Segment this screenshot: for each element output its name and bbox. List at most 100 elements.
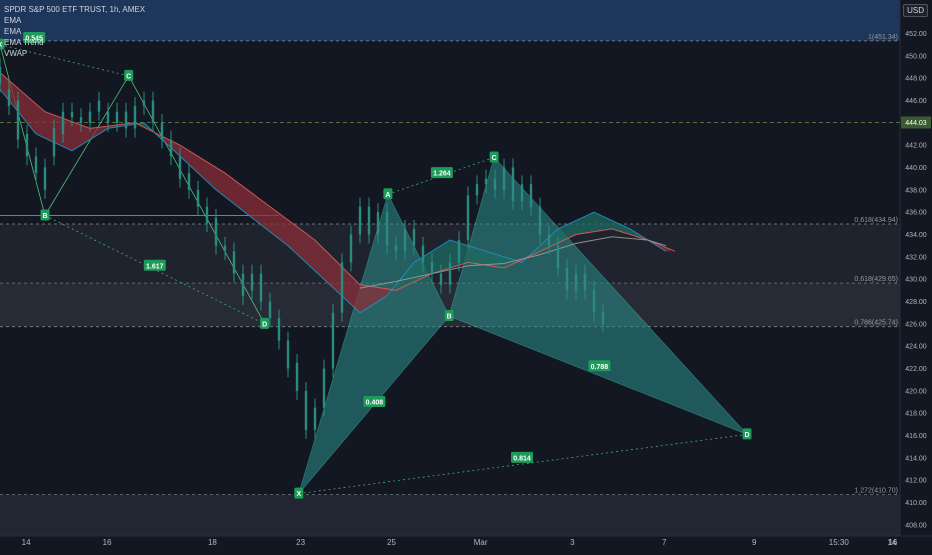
ema-ribbon-segment: [216, 167, 221, 194]
ratio-label: 0.788: [591, 364, 609, 371]
ema-ribbon-segment: [252, 193, 257, 222]
candle-body: [241, 273, 245, 296]
pattern-point-label: C: [126, 73, 131, 80]
candle-body: [214, 217, 218, 246]
x-tick-label: 15:30: [829, 538, 850, 547]
candle-body: [430, 262, 434, 274]
y-tick-label: 436.00: [905, 210, 927, 217]
candle-body: [349, 234, 353, 263]
y-tick-label: 418.00: [905, 411, 927, 418]
legend: SPDR S&P 500 ETF TRUST, 1h, AMEX EMA EMA…: [4, 4, 145, 59]
ema-ribbon-segment: [301, 230, 306, 263]
y-tick-label: 424.00: [905, 344, 927, 351]
candle-body: [484, 178, 488, 185]
ema-ribbon-segment: [562, 224, 567, 241]
ema-ribbon-segment: [486, 251, 491, 266]
ratio-label: 1.264: [433, 171, 451, 178]
y-tick-label: 442.00: [905, 143, 927, 150]
ema-ribbon-segment: [76, 123, 81, 148]
ema-ribbon-segment: [355, 280, 360, 313]
ema-ribbon-segment: [477, 248, 482, 265]
ema-ribbon-segment: [463, 244, 468, 264]
ema-ribbon-segment: [315, 240, 320, 275]
y-tick-label: 416.00: [905, 433, 927, 440]
ratio-label: 0.408: [366, 400, 384, 407]
y-tick-label: 408.00: [905, 522, 927, 529]
ema-ribbon-segment: [351, 275, 356, 309]
ema-ribbon-segment: [36, 103, 41, 137]
ema-ribbon-segment: [310, 236, 315, 271]
ema-ribbon-segment: [45, 111, 50, 141]
legend-vwap[interactable]: VWAP: [4, 48, 145, 59]
candle-body: [340, 262, 344, 313]
candle-body: [205, 206, 209, 224]
y-tick-label: 414.00: [905, 455, 927, 462]
pattern-point-label: D: [262, 321, 267, 328]
y-tick-label: 410.00: [905, 500, 927, 507]
chart-root: 1(451.34) 0.618(434.94) 0.618(429.65) 0.786…: [0, 0, 932, 550]
candle-body: [286, 340, 290, 369]
current-price-label: 444.03: [905, 120, 927, 127]
candle-body: [538, 206, 542, 235]
candle-body: [268, 301, 272, 319]
candle-body: [178, 156, 182, 179]
ema-ribbon-segment: [243, 186, 248, 215]
candle-body: [583, 273, 587, 291]
x-tick-label: 25: [387, 538, 396, 547]
x-tick-label: 18: [208, 538, 217, 547]
candle-body: [196, 189, 200, 207]
ema-ribbon-segment: [360, 284, 365, 313]
ema-ribbon-segment: [297, 226, 302, 259]
ema-ribbon-segment: [288, 219, 293, 250]
candle-body: [403, 228, 407, 252]
x-tick-label: 14: [22, 538, 31, 547]
candle-body: [565, 268, 569, 291]
ema-ribbon-segment: [481, 249, 486, 266]
candle-body: [313, 407, 317, 430]
ema-ribbon-segment: [328, 253, 333, 288]
y-tick-label: 448.00: [905, 76, 927, 83]
y-tick-label: 426.00: [905, 321, 927, 328]
candle-body: [250, 273, 254, 291]
ema-ribbon-segment: [292, 223, 297, 255]
zone-band-lower: [0, 494, 900, 536]
candle-body: [7, 89, 11, 107]
candle-body: [574, 273, 578, 291]
ema-ribbon-segment: [571, 220, 576, 237]
ema-ribbon-segment: [247, 189, 252, 218]
candle-body: [520, 184, 524, 201]
candle-body: [97, 100, 101, 112]
candle-body: [376, 212, 380, 235]
currency-badge[interactable]: USD: [903, 4, 928, 17]
legend-ema-1[interactable]: EMA: [4, 15, 145, 26]
candle-body: [295, 362, 299, 391]
candle-body: [187, 173, 191, 190]
pattern-point-label: B: [42, 213, 47, 220]
y-tick-label: 420.00: [905, 388, 927, 395]
pattern-point-label: D: [744, 432, 749, 439]
legend-ema-trend[interactable]: EMA Trend: [4, 37, 145, 48]
candle-body: [529, 184, 533, 207]
ema-ribbon-segment: [220, 170, 225, 197]
pattern-point-label: B: [447, 314, 452, 321]
ema-ribbon-segment: [67, 120, 72, 151]
candle-body: [124, 111, 128, 129]
x-tick-label: 7: [662, 538, 667, 547]
ema-ribbon-segment: [472, 247, 477, 264]
candle-body: [142, 100, 146, 107]
candle-body: [412, 228, 416, 246]
ema-ribbon-segment: [225, 173, 230, 201]
candle-body: [439, 273, 443, 285]
candle-body: [0, 67, 2, 84]
ema-ribbon-segment: [576, 218, 581, 235]
legend-ema-2[interactable]: EMA: [4, 26, 145, 37]
y-tick-label: 450.00: [905, 53, 927, 60]
candle-body: [547, 234, 551, 246]
candle-body: [385, 212, 389, 246]
candle-body: [601, 312, 605, 324]
y-tick-label: 412.00: [905, 478, 927, 485]
y-tick-label: 430.00: [905, 277, 927, 284]
ema-ribbon-segment: [238, 183, 243, 211]
ema-ribbon-segment: [81, 125, 86, 146]
ema-ribbon-segment: [589, 212, 594, 233]
